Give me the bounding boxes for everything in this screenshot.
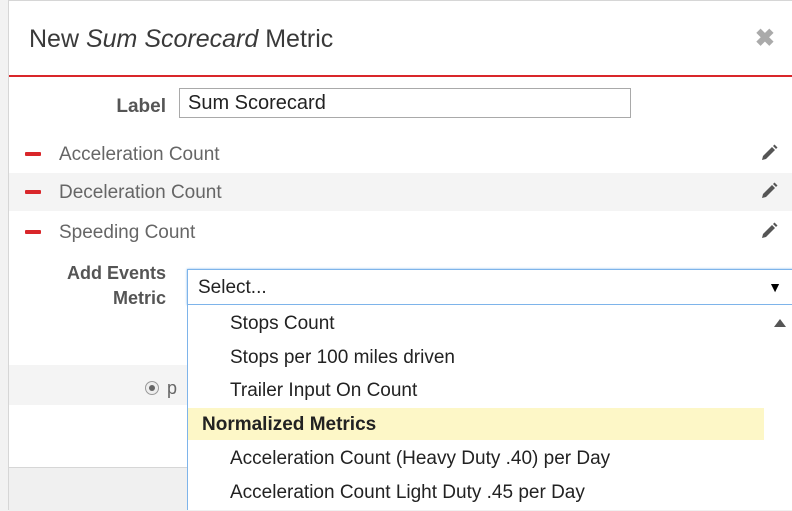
select-option-group: Normalized Metrics: [188, 408, 764, 440]
select-option[interactable]: Stops Count: [188, 307, 764, 339]
add-events-metric-select[interactable]: Select... ▼: [187, 269, 792, 305]
label-field-label: Label: [116, 96, 166, 117]
metric-name: Acceleration Count: [59, 144, 220, 165]
pencil-icon[interactable]: [759, 181, 779, 201]
option-radio[interactable]: [145, 381, 159, 395]
add-events-metric-label: Add Events Metric: [66, 263, 166, 308]
new-metric-dialog: New Sum Scorecard Metric ✖ Label Acceler…: [8, 0, 792, 511]
dialog-title-metric-type: Sum Scorecard: [85, 25, 259, 53]
pencil-icon[interactable]: [759, 143, 779, 163]
label-row: Label: [9, 87, 792, 123]
dialog-title: New Sum Scorecard Metric: [29, 25, 334, 53]
metric-name: Speeding Count: [59, 222, 196, 243]
metric-row-acceleration-count: Acceleration Count: [9, 135, 792, 173]
select-value: Select...: [198, 277, 267, 298]
select-option[interactable]: Acceleration Count (Heavy Duty .40) per …: [188, 442, 764, 474]
label-input[interactable]: [179, 88, 631, 118]
metric-row-deceleration-count: Deceleration Count: [9, 173, 792, 211]
close-icon[interactable]: ✖: [755, 27, 775, 51]
metric-row-speeding-count: Speeding Count: [9, 213, 792, 251]
remove-metric-minus-icon[interactable]: [25, 230, 41, 234]
select-option[interactable]: Acceleration Count Light Duty .45 per Da…: [188, 476, 764, 508]
select-option[interactable]: Stops per 100 miles driven: [188, 341, 764, 373]
scroll-up-icon[interactable]: [774, 319, 786, 327]
pencil-icon[interactable]: [759, 221, 779, 241]
chevron-down-icon: ▼: [768, 279, 782, 295]
dialog-header: New Sum Scorecard Metric ✖: [9, 1, 792, 77]
option-radio-label: p: [167, 378, 178, 398]
remove-metric-minus-icon[interactable]: [25, 190, 41, 194]
metric-name: Deceleration Count: [59, 182, 222, 203]
select-option[interactable]: Trailer Input On Count: [188, 374, 764, 406]
select-dropdown-list: Stops Count Stops per 100 miles driven T…: [187, 305, 792, 510]
remove-metric-minus-icon[interactable]: [25, 152, 41, 156]
